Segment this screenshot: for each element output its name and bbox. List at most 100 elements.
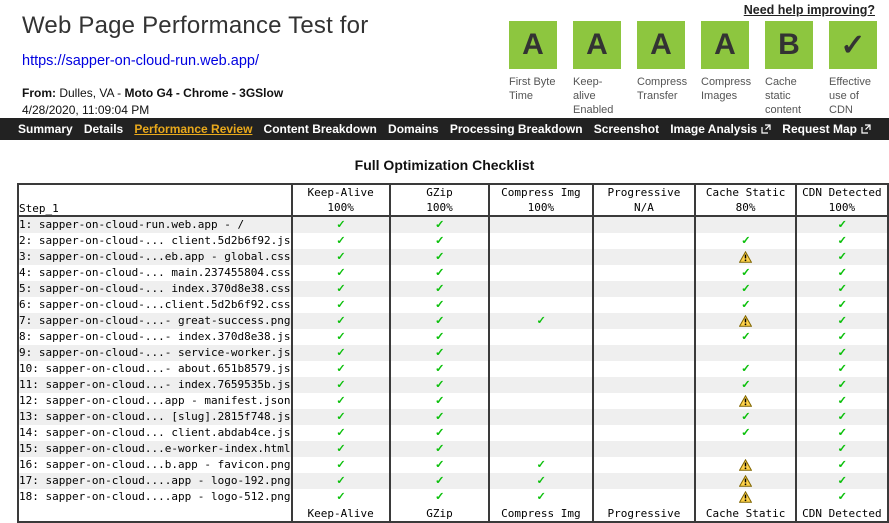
grade-cache-static-content: B Cache static content — [765, 21, 813, 117]
grade-box-compress-images[interactable]: A — [701, 21, 749, 69]
green-check-icon: ✓ — [336, 377, 345, 392]
green-check-icon: ✓ — [838, 361, 846, 376]
green-check-icon: ✓ — [838, 313, 846, 328]
checklist-cell — [591, 457, 696, 473]
green-check-icon: ✓ — [336, 361, 345, 376]
green-check-icon: ✓ — [435, 313, 444, 328]
yellow-warning-icon — [738, 394, 753, 407]
request-label: 9: sapper-on-cloud-...- service-worker.j… — [19, 346, 291, 359]
nav-item-performance-review[interactable]: Performance Review — [134, 122, 252, 136]
checklist-cell: ✓ — [794, 249, 888, 265]
checklist-cell — [591, 441, 696, 457]
table-row: 13: sapper-on-cloud... [slug].2815f748.j… — [18, 409, 888, 425]
header: Web Page Performance Test for https://sa… — [0, 0, 889, 118]
request-label: 12: sapper-on-cloud...app - manifest.jso… — [19, 394, 291, 407]
table-row: 5: sapper-on-cloud-... index.370d8e38.cs… — [18, 281, 888, 297]
green-check-icon: ✓ — [336, 233, 345, 248]
green-check-icon: ✓ — [741, 329, 750, 344]
green-check-icon: ✓ — [838, 489, 846, 504]
nav-item-processing-breakdown[interactable]: Processing Breakdown — [450, 122, 583, 136]
table-row: 8: sapper-on-cloud-...- index.370d8e38.j… — [18, 329, 888, 345]
checklist-cell: ✓ — [388, 249, 490, 265]
table-row: 16: sapper-on-cloud...b.app - favicon.pn… — [18, 457, 888, 473]
green-check-icon: ✓ — [435, 217, 444, 232]
nav-item-screenshot[interactable]: Screenshot — [594, 122, 659, 136]
green-check-icon: ✓ — [741, 281, 750, 296]
checklist-cell: ✓ — [388, 473, 490, 489]
green-check-icon: ✓ — [741, 297, 750, 312]
nav-item-domains[interactable]: Domains — [388, 122, 439, 136]
checklist-cell: ✓ — [388, 457, 490, 473]
checklist-cell: ✓ — [388, 233, 490, 249]
green-check-icon: ✓ — [336, 393, 345, 408]
request-label: 4: sapper-on-cloud-... main.237455804.cs… — [19, 266, 291, 279]
nav-item-summary[interactable]: Summary — [18, 122, 73, 136]
optimization-checklist-table: Step_1 Keep-Alive 100% GZip 100% Compress Img… — [17, 183, 889, 523]
checklist-cell: ✓ — [290, 216, 390, 233]
green-check-icon: ✓ — [838, 393, 846, 408]
checklist-cell — [694, 393, 796, 409]
checklist-cell — [488, 297, 593, 313]
column-header-progressive: Progressive N/A — [591, 184, 696, 216]
checklist-cell: ✓ — [694, 425, 796, 441]
grade-label: Compress Transfer — [637, 76, 688, 102]
green-check-icon: ✓ — [838, 473, 846, 488]
checklist-cell — [694, 345, 796, 361]
table-row: 10: sapper-on-cloud...- about.651b8579.j… — [18, 361, 888, 377]
column-header-keep-alive: Keep-Alive 100% — [290, 184, 390, 216]
checklist-cell: ✓ — [290, 233, 390, 249]
table-row: 17: sapper-on-cloud....app - logo-192.pn… — [18, 473, 888, 489]
request-label: 11: sapper-on-cloud...- index.7659535b.j… — [19, 378, 291, 391]
grade-box-keep-alive-enabled[interactable]: A — [573, 21, 621, 69]
green-check-icon: ✓ — [838, 297, 846, 312]
table-row: 4: sapper-on-cloud-... main.237455804.cs… — [18, 265, 888, 281]
green-check-icon: ✓ — [838, 281, 846, 296]
footer-column-label-compress-img: Compress Img — [488, 505, 593, 522]
green-check-icon: ✓ — [435, 393, 444, 408]
checklist-cell: ✓ — [794, 216, 888, 233]
green-check-icon: ✓ — [536, 473, 545, 488]
checklist-cell: ✓ — [290, 329, 390, 345]
nav-item-request-map[interactable]: Request Map — [782, 122, 871, 136]
green-check-icon: ✓ — [741, 265, 750, 280]
checklist-header-row: Step_1 Keep-Alive 100% GZip 100% Compress Img… — [18, 184, 888, 216]
need-help-link[interactable]: Need help improving? — [509, 3, 875, 17]
table-row: 12: sapper-on-cloud...app - manifest.jso… — [18, 393, 888, 409]
nav-item-details[interactable]: Details — [84, 122, 123, 136]
grade-keep-alive-enabled: A Keep-alive Enabled — [573, 21, 621, 117]
table-row: 9: sapper-on-cloud-...- service-worker.j… — [18, 345, 888, 361]
checklist-cell — [694, 216, 796, 233]
green-check-icon: ✓ — [435, 425, 444, 440]
grade-box-effective-use-of-cdn[interactable]: ✓ — [829, 21, 877, 69]
yellow-warning-icon — [738, 314, 753, 327]
green-check-icon: ✓ — [838, 329, 846, 344]
nav-item-content-breakdown[interactable]: Content Breakdown — [264, 122, 377, 136]
green-check-icon: ✓ — [838, 409, 846, 424]
request-label: 7: sapper-on-cloud-...- great-success.pn… — [19, 314, 291, 327]
main-content: Full Optimization Checklist Step_1 Keep-A… — [0, 157, 889, 523]
request-label: 3: sapper-on-cloud-...eb.app - global.cs… — [19, 250, 291, 263]
grade-box-compress-transfer[interactable]: A — [637, 21, 685, 69]
grade-compress-transfer: A Compress Transfer — [637, 21, 688, 117]
grade-box-cache-static-content[interactable]: B — [765, 21, 813, 69]
footer-column-label-keep-alive: Keep-Alive — [290, 505, 390, 522]
checklist-cell — [591, 377, 696, 393]
checklist-cell: ✓ — [794, 441, 888, 457]
checklist-cell: ✓ — [694, 361, 796, 377]
grade-box-first-byte-time[interactable]: A — [509, 21, 557, 69]
checklist-cell: ✓ — [794, 265, 888, 281]
checklist-cell — [591, 281, 696, 297]
grade-label: Compress Images — [701, 76, 752, 102]
checklist-cell: ✓ — [388, 409, 490, 425]
nav-item-image-analysis[interactable]: Image Analysis — [670, 122, 771, 136]
table-row: 15: sapper-on-cloud...e-worker-index.htm… — [18, 441, 888, 457]
green-check-icon: ✓ — [838, 377, 846, 392]
table-row: 11: sapper-on-cloud...- index.7659535b.j… — [18, 377, 888, 393]
test-location: Dulles, VA - — [59, 86, 122, 100]
green-check-icon: ✓ — [336, 249, 345, 264]
checklist-cell: ✓ — [290, 297, 390, 313]
green-check-icon: ✓ — [838, 441, 846, 456]
checklist-cell: ✓ — [794, 473, 888, 489]
checklist-cell: ✓ — [388, 329, 490, 345]
column-header-cache-static: Cache Static 80% — [694, 184, 796, 216]
